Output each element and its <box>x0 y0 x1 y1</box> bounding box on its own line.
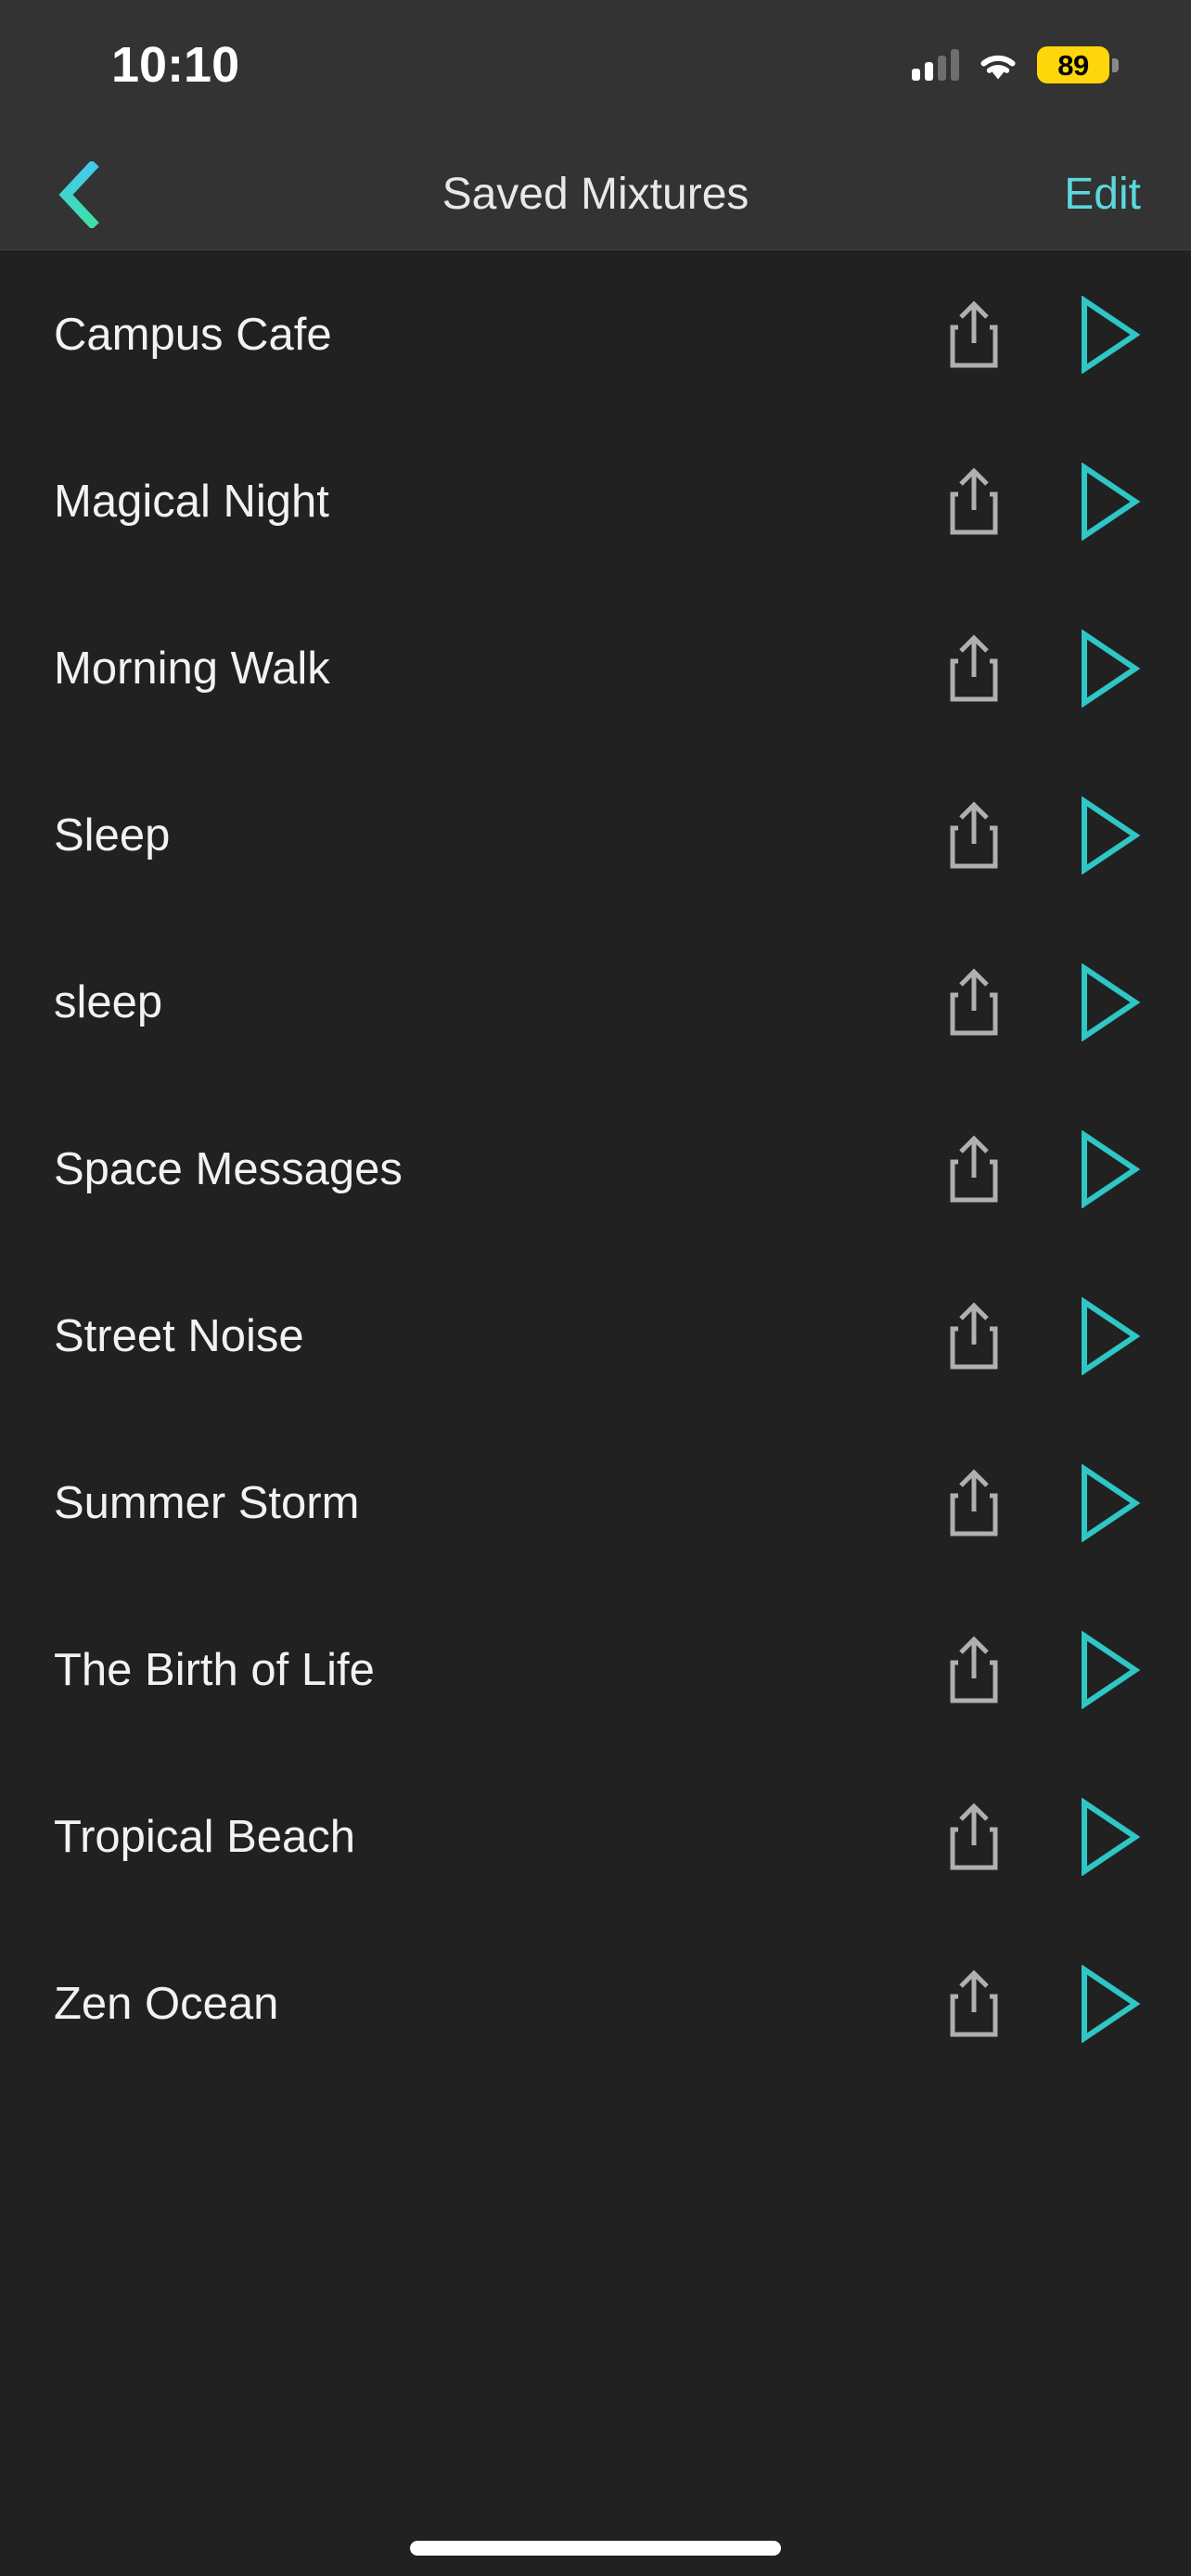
play-button[interactable] <box>1057 951 1159 1053</box>
share-button[interactable] <box>928 1285 1020 1387</box>
play-icon <box>1082 1130 1141 1208</box>
navigation-bar: Saved Mixtures Edit <box>0 139 1191 250</box>
share-icon <box>950 1803 998 1870</box>
play-icon <box>1082 1464 1141 1542</box>
list-item-title: The Birth of Life <box>54 1645 375 1695</box>
page-title: Saved Mixtures <box>442 170 749 219</box>
list-item[interactable]: Magical Night <box>0 418 1191 585</box>
play-button[interactable] <box>1057 618 1159 720</box>
cellular-signal-icon <box>912 49 959 81</box>
share-button[interactable] <box>928 1619 1020 1721</box>
list-item-title: Magical Night <box>54 477 329 527</box>
play-icon <box>1082 1631 1141 1709</box>
list-item[interactable]: sleep <box>0 919 1191 1086</box>
battery-body: 89 <box>1037 46 1109 83</box>
list-item[interactable]: Sleep <box>0 752 1191 919</box>
play-button[interactable] <box>1057 1452 1159 1554</box>
list-item[interactable]: Street Noise <box>0 1253 1191 1420</box>
list-item-title: Tropical Beach <box>54 1812 356 1862</box>
play-icon <box>1082 630 1141 708</box>
play-button[interactable] <box>1057 1619 1159 1721</box>
edit-button[interactable]: Edit <box>1064 139 1141 250</box>
play-icon <box>1082 1798 1141 1876</box>
share-button[interactable] <box>928 451 1020 553</box>
list-item[interactable]: Space Messages <box>0 1086 1191 1253</box>
share-icon <box>950 801 998 869</box>
share-button[interactable] <box>928 1953 1020 2055</box>
list-item-title: Street Noise <box>54 1311 304 1361</box>
play-button[interactable] <box>1057 1786 1159 1888</box>
play-button[interactable] <box>1057 284 1159 386</box>
play-button[interactable] <box>1057 1285 1159 1387</box>
play-button[interactable] <box>1057 1953 1159 2055</box>
share-button[interactable] <box>928 1452 1020 1554</box>
play-button[interactable] <box>1057 1118 1159 1220</box>
play-icon <box>1082 463 1141 541</box>
list-item[interactable]: The Birth of Life <box>0 1587 1191 1753</box>
play-icon <box>1082 797 1141 874</box>
battery-percent-label: 89 <box>1057 48 1089 82</box>
saved-mixtures-list: Campus Cafe Magical Night Morning Walk Slee… <box>0 251 1191 2087</box>
list-item[interactable]: Tropical Beach <box>0 1753 1191 1920</box>
status-bar-clock: 10:10 <box>111 37 240 93</box>
play-icon <box>1082 1297 1141 1375</box>
list-item[interactable]: Summer Storm <box>0 1420 1191 1587</box>
list-item-title: Space Messages <box>54 1144 403 1194</box>
wifi-icon <box>976 48 1020 82</box>
share-button[interactable] <box>928 618 1020 720</box>
share-icon <box>950 1970 998 2037</box>
share-icon <box>950 300 998 368</box>
list-item-title: sleep <box>54 977 163 1027</box>
share-icon <box>950 968 998 1036</box>
share-button[interactable] <box>928 951 1020 1053</box>
list-item-title: Campus Cafe <box>54 310 332 360</box>
battery-icon: 89 <box>1037 46 1119 83</box>
list-item-title: Sleep <box>54 810 171 861</box>
home-indicator[interactable] <box>410 2541 781 2556</box>
play-button[interactable] <box>1057 784 1159 886</box>
phone-screen: 10:10 89 Saved Mixtures Edit Campus Cafe… <box>0 0 1191 2576</box>
list-item-title: Zen Ocean <box>54 1979 279 2029</box>
share-icon <box>950 467 998 535</box>
share-icon <box>950 1135 998 1203</box>
list-item-title: Summer Storm <box>54 1478 360 1528</box>
status-bar: 10:10 89 <box>0 0 1191 139</box>
list-item-title: Morning Walk <box>54 644 330 694</box>
share-button[interactable] <box>928 1786 1020 1888</box>
share-icon <box>950 1636 998 1703</box>
share-icon <box>950 1469 998 1537</box>
status-bar-indicators: 89 <box>912 41 1119 89</box>
share-icon <box>950 1302 998 1370</box>
list-item[interactable]: Campus Cafe <box>0 251 1191 418</box>
play-icon <box>1082 296 1141 374</box>
share-button[interactable] <box>928 784 1020 886</box>
list-item[interactable]: Morning Walk <box>0 585 1191 752</box>
share-icon <box>950 634 998 702</box>
play-icon <box>1082 1965 1141 2043</box>
share-button[interactable] <box>928 1118 1020 1220</box>
battery-cap <box>1112 57 1119 72</box>
play-button[interactable] <box>1057 451 1159 553</box>
play-icon <box>1082 963 1141 1041</box>
share-button[interactable] <box>928 284 1020 386</box>
list-item[interactable]: Zen Ocean <box>0 1920 1191 2087</box>
